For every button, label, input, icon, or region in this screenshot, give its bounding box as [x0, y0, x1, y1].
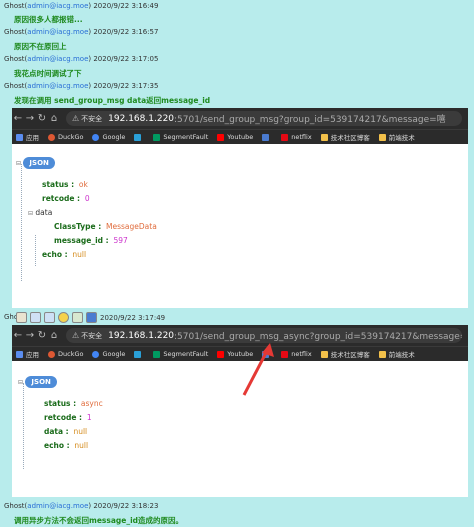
url-path: :5701/send_group_msg?group_id=539174217&…	[174, 115, 446, 125]
toolbar-icons: 2020/9/22 3:17:49	[16, 312, 165, 323]
photo-icon[interactable]	[72, 312, 83, 323]
json-key: echo :	[42, 250, 68, 259]
insecure-label: 不安全	[81, 114, 103, 123]
post-time: 2020/9/22 3:17:35	[93, 82, 159, 90]
image-icon[interactable]	[44, 312, 55, 323]
json-key: status :	[42, 180, 75, 189]
json-key: ClassType :	[54, 222, 102, 231]
json-key: data	[35, 208, 53, 217]
forward-icon[interactable]: →	[24, 113, 36, 124]
address-bar[interactable]: ⚠ 不安全 192.168.1.220:5701/send_group_msg?…	[66, 111, 462, 126]
screenshot-async-response: ← → ↻ ⌂ ⚠ 不安全 192.168.1.220:5701/send_gr…	[12, 325, 468, 497]
post-message: 原因很多人都报错...	[14, 15, 83, 24]
json-key: retcode :	[42, 194, 81, 203]
bookmark-google[interactable]: Google	[92, 133, 125, 141]
post-author: Ghost	[4, 55, 25, 63]
post-email-link[interactable]: admin@iacg.moe	[27, 502, 88, 510]
post-author: Ghost	[4, 28, 25, 36]
collapse-toggle[interactable]: ⊟	[16, 160, 21, 167]
json-value: null	[72, 250, 87, 259]
post-message: 我花点时间调试了下	[14, 69, 82, 78]
post-message: 发现在调用 send_group_msg data返回message_id	[14, 96, 211, 105]
post-meta: Ghost(admin@iacg.moe) 2020/9/22 3:16:57	[4, 28, 159, 36]
json-value: 0	[84, 194, 90, 203]
youtube-icon	[217, 133, 225, 141]
post-time: 2020/9/22 3:16:57	[93, 28, 159, 36]
reload-icon[interactable]: ↻	[36, 113, 48, 124]
post-meta: Ghost(admin@iacg.moe) 2020/9/22 3:16:49	[4, 2, 159, 10]
warning-icon: ⚠	[72, 114, 80, 123]
back-icon[interactable]: ←	[12, 113, 24, 124]
bookmarks-bar: 应用 DuckGo Google SegmentFault Youtube ne…	[12, 129, 468, 144]
post-email-link[interactable]: admin@iacg.moe	[27, 2, 88, 10]
bookmark-translate[interactable]	[262, 133, 272, 141]
post-meta: Ghost(admin@iacg.moe) 2020/9/22 3:17:35	[4, 82, 159, 90]
post-meta: Ghost(admin@iacg.moe) 2020/9/22 3:18:23	[4, 502, 159, 510]
folder-icon	[320, 133, 328, 141]
collapse-toggle[interactable]: ⊟	[28, 210, 33, 217]
home-icon[interactable]: ⌂	[48, 113, 60, 124]
bookmark-netflix[interactable]: netflix	[281, 133, 312, 141]
bookmark-segmentfault[interactable]: SegmentFault	[153, 133, 208, 141]
bookmark-folder-blogs[interactable]: 技术社区博客	[320, 132, 370, 142]
extension-icon	[134, 133, 142, 141]
json-key: message_id :	[54, 236, 109, 245]
json-value: 597	[113, 236, 128, 245]
browser-toolbar: ← → ↻ ⌂ ⚠ 不安全 192.168.1.220:5701/send_gr…	[12, 108, 468, 129]
post-message: 原因不在原回上	[14, 42, 67, 51]
translate-icon	[262, 133, 270, 141]
json-root-badge: JSON	[23, 157, 55, 169]
post-author: Ghost	[4, 2, 25, 10]
json-value: ok	[78, 180, 88, 189]
url-host: 192.168.1.220	[108, 113, 175, 124]
folder-icon	[378, 133, 386, 141]
bookmark-apps[interactable]: 应用	[16, 132, 39, 142]
post-time: 2020/9/22 3:17:49	[100, 313, 166, 322]
post-email-link[interactable]: admin@iacg.moe	[27, 55, 88, 63]
netflix-icon	[281, 133, 289, 141]
post-time: 2020/9/22 3:17:05	[93, 55, 159, 63]
bookmark-youtube[interactable]: Youtube	[217, 133, 253, 141]
json-viewer: ⊟ JSON status : ok retcode : 0 ⊟ data Cl…	[12, 144, 468, 304]
bookmark-folder-frontend[interactable]: 前端技术	[378, 132, 415, 142]
post-message: 调用异步方法不会返回message_id造成的原因。	[14, 516, 184, 525]
post-time: 2020/9/22 3:18:23	[93, 502, 159, 510]
segmentfault-icon	[153, 133, 161, 141]
post-email-link[interactable]: admin@iacg.moe	[27, 82, 88, 90]
post-time: 2020/9/22 3:16:49	[93, 2, 159, 10]
post-meta: Ghost(admin@iacg.moe) 2020/9/22 3:17:05	[4, 55, 159, 63]
screenshot-sync-response: ← → ↻ ⌂ ⚠ 不安全 192.168.1.220:5701/send_gr…	[12, 108, 468, 308]
apps-icon	[16, 133, 23, 141]
duckduckgo-icon	[48, 133, 55, 141]
json-value: MessageData	[106, 222, 157, 231]
pin-icon[interactable]	[86, 312, 97, 323]
window-icon[interactable]	[30, 312, 41, 323]
annotation-arrow	[242, 343, 274, 396]
post-author: Ghost	[4, 82, 25, 90]
arrow-shaft	[242, 348, 270, 396]
clipboard-icon[interactable]	[16, 312, 27, 323]
bookmark-extension[interactable]	[134, 133, 144, 141]
post-author: Ghost	[4, 502, 25, 510]
bookmark-duckgo[interactable]: DuckGo	[48, 133, 83, 141]
post-email-link[interactable]: admin@iacg.moe	[27, 28, 88, 36]
google-icon	[92, 133, 100, 141]
smiley-icon[interactable]	[58, 312, 69, 323]
